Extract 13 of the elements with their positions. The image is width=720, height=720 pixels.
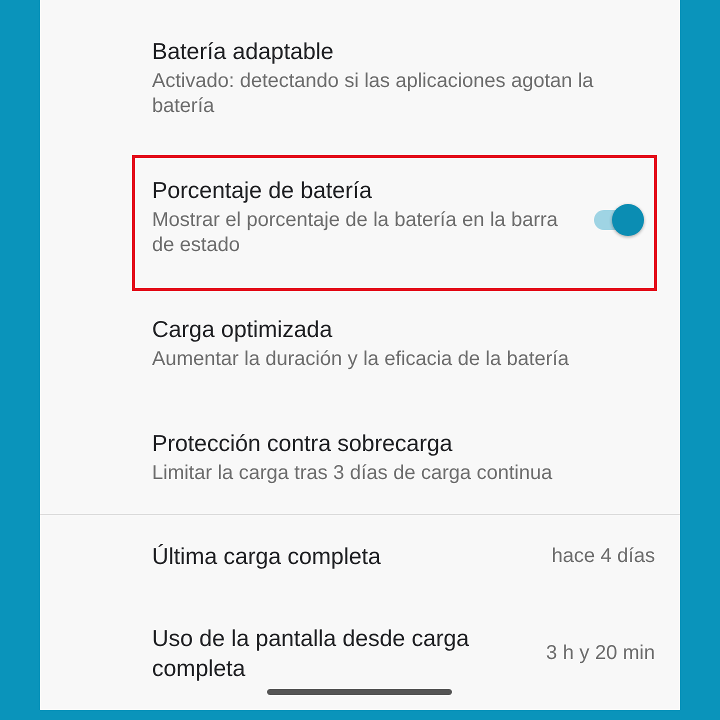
stat-label: Uso de la pantalla desde carga completa <box>152 624 470 683</box>
setting-description: Activado: detectando si las aplicaciones agotan la batería <box>152 69 594 119</box>
stat-label: Última carga completa <box>152 542 382 571</box>
setting-title: Protección contra sobrecarga <box>152 429 454 458</box>
setting-description: Mostrar el porcentaje de la batería en la barra de estado <box>152 208 559 258</box>
stat-value: hace 4 días <box>552 544 655 568</box>
setting-title: Batería adaptable <box>152 37 335 66</box>
stat-value: 3 h y 20 min <box>546 642 655 664</box>
setting-title: Porcentaje de batería <box>152 176 373 205</box>
setting-description: Aumentar la duración y la eficacia de la batería <box>152 347 570 372</box>
navigation-handle[interactable] <box>267 689 452 695</box>
setting-description: Limitar la carga tras 3 días de carga continua <box>152 461 554 486</box>
setting-title: Carga optimizada <box>152 315 334 344</box>
